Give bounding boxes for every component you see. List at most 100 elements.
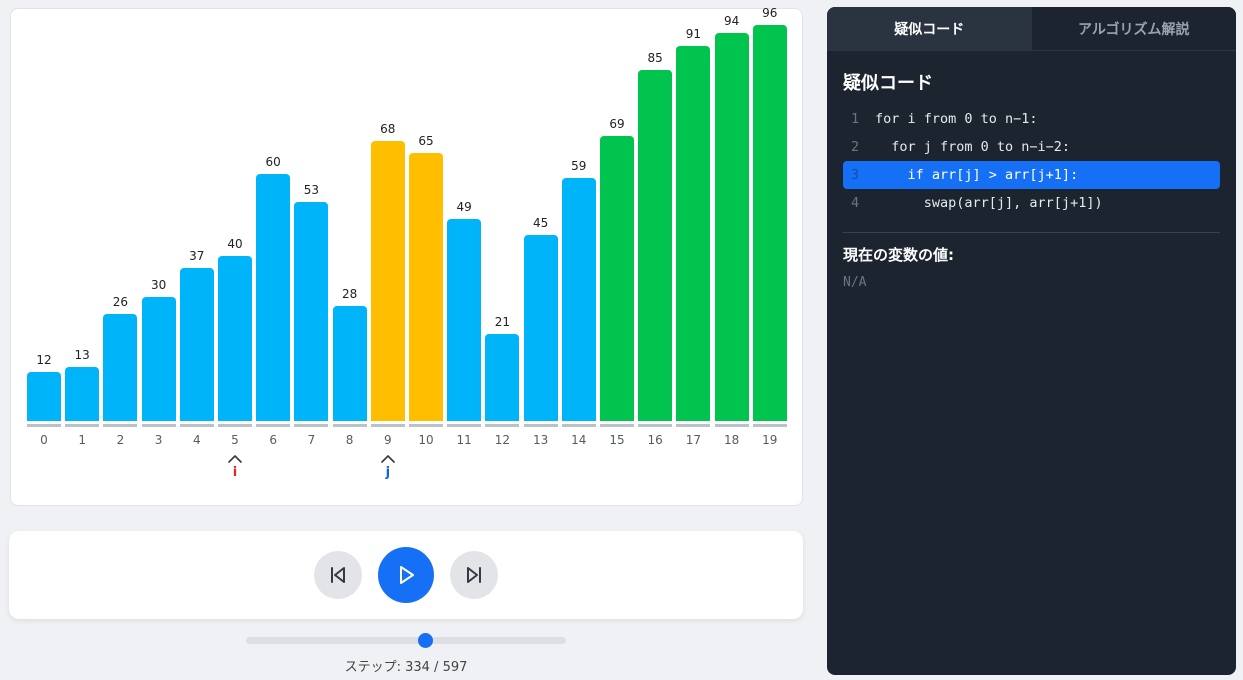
array-bar (370, 140, 405, 421)
play-button[interactable] (378, 547, 434, 603)
bar-index-label: 1 (78, 433, 86, 447)
bar-baseline (103, 424, 138, 427)
array-bar (141, 297, 176, 421)
array-bar (485, 334, 520, 421)
code-line-3: 3 if arr[j] > arr[j+1]: (843, 161, 1220, 189)
bar-value-label: 13 (74, 348, 90, 363)
caret-up-icon (380, 455, 395, 463)
bar-index-label: 15 (609, 433, 625, 447)
array-bar (256, 173, 291, 421)
bar-baseline (485, 424, 520, 427)
code-text: swap(arr[j], arr[j+1]) (875, 195, 1103, 211)
code-line-2: 2 for j from 0 to n−i−2: (843, 133, 1220, 161)
line-number: 2 (851, 139, 860, 155)
bar-baseline (752, 424, 787, 427)
bar-index-label: 4 (192, 433, 201, 447)
pointer-j: j (368, 454, 408, 480)
bar-index-label: 10 (418, 433, 434, 447)
code-line-4: 4 swap(arr[j], arr[j+1]) (843, 189, 1220, 217)
bar-baseline (561, 424, 596, 427)
bar-baseline (294, 424, 329, 427)
bar-value-label: 45 (532, 216, 549, 231)
pointer-label: i (232, 465, 238, 480)
pointer-label: j (385, 465, 391, 480)
pseudocode-panel: 疑似コード アルゴリズム解説 疑似コード 1 for i from 0 to n−… (827, 7, 1236, 675)
bar-value-label: 28 (341, 286, 358, 301)
caret-up-icon (228, 455, 242, 463)
bar-chart: 12 0 13 1 26 2 30 3 37 4 40 5 60 6 53 7 28 8 68 9 65 10 49 11 21… (11, 6, 804, 507)
bar-index-label: 6 (269, 433, 277, 447)
divider (843, 232, 1220, 233)
bar-baseline (370, 424, 405, 427)
skip-forward-icon (467, 567, 481, 583)
bar-index-label: 2 (116, 433, 125, 447)
skip-back-icon (331, 567, 345, 583)
bar-baseline (141, 424, 176, 427)
bar-index-label: 3 (154, 433, 163, 447)
tab-algorithm-explanation[interactable]: アルゴリズム解説 (1031, 7, 1236, 50)
bar-index-label: 7 (307, 433, 316, 447)
array-bar (65, 367, 100, 421)
bar-baseline (523, 424, 558, 427)
bar-baseline (638, 424, 673, 427)
bar-value-label: 49 (456, 199, 472, 214)
bar-value-label: 69 (609, 117, 625, 132)
line-number: 3 (851, 167, 860, 183)
step-slider[interactable] (246, 633, 566, 648)
bar-baseline (332, 424, 367, 427)
bar-value-label: 26 (112, 294, 129, 309)
pointer-i: i (215, 454, 255, 480)
bar-index-label: 5 (231, 433, 239, 447)
step-forward-button[interactable] (450, 551, 498, 599)
panel-tabs: 疑似コード アルゴリズム解説 (827, 7, 1236, 51)
playback-controls (9, 531, 803, 619)
bar-value-label: 12 (36, 352, 52, 367)
array-bar (409, 152, 443, 421)
bar-index-label: 17 (685, 433, 702, 447)
array-bar (103, 313, 138, 421)
bar-baseline (447, 424, 482, 427)
array-bar (752, 25, 787, 421)
variables-title: 現在の変数の値: (843, 246, 954, 264)
code-block: 1 for i from 0 to n−1: 2 for j from 0 to … (843, 105, 1220, 217)
array-bar (676, 45, 711, 421)
bar-index-label: 8 (345, 433, 354, 447)
bar-baseline (256, 424, 291, 427)
step-back-button[interactable] (314, 551, 362, 599)
variables-value: N/A (843, 275, 867, 290)
bar-index-label: 0 (40, 433, 48, 447)
code-text: for j from 0 to n−i−2: (875, 139, 1071, 155)
bar-value-label: 65 (418, 133, 434, 148)
bar-value-label: 94 (723, 14, 740, 29)
bar-value-label: 40 (227, 237, 243, 251)
bar-baseline (65, 424, 100, 427)
array-visualization-panel: 12 0 13 1 26 2 30 3 37 4 40 5 60 6 53 7 28 8 68 9 65 10 49 11 21… (10, 6, 804, 507)
array-bar (179, 268, 214, 421)
tab-pseudocode[interactable]: 疑似コード (827, 7, 1032, 50)
bar-baseline (27, 424, 61, 427)
bar-value-label: 30 (150, 278, 167, 293)
bar-value-label: 85 (647, 51, 663, 66)
code-line-1: 1 for i from 0 to n−1: (843, 105, 1220, 133)
bar-value-label: 60 (265, 154, 281, 169)
bar-index-label: 9 (383, 433, 392, 447)
bar-index-label: 18 (723, 433, 740, 447)
array-bar (638, 70, 673, 421)
array-bar (27, 371, 61, 421)
play-icon (400, 566, 414, 584)
bar-index-label: 19 (762, 433, 778, 447)
bar-baseline (714, 424, 749, 427)
bar-value-label: 21 (494, 315, 511, 330)
bar-index-label: 12 (494, 433, 511, 447)
bar-value-label: 53 (303, 183, 320, 198)
bar-index-label: 14 (571, 433, 587, 447)
bar-value-label: 59 (571, 158, 587, 173)
bar-baseline (409, 424, 443, 427)
array-bar (447, 218, 482, 421)
code-text: if arr[j] > arr[j+1]: (875, 167, 1079, 183)
bar-value-label: 91 (685, 26, 702, 41)
array-bar (218, 256, 252, 421)
step-slider-thumb[interactable] (417, 633, 433, 648)
bar-value-label: 68 (380, 121, 396, 136)
array-bar (714, 33, 749, 421)
